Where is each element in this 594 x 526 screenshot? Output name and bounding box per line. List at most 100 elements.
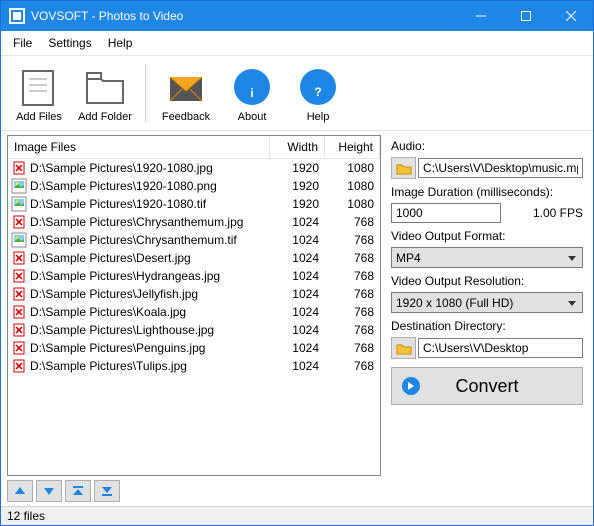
file-type-icon bbox=[11, 250, 27, 266]
list-row[interactable]: D:\Sample Pictures\Chrysanthemum.tif1024… bbox=[8, 231, 380, 249]
help-button[interactable]: ? Help bbox=[286, 60, 350, 126]
dest-browse-button[interactable] bbox=[391, 337, 416, 359]
about-icon: i bbox=[228, 65, 276, 109]
menu-file[interactable]: File bbox=[5, 33, 40, 53]
file-height: 1080 bbox=[325, 161, 380, 175]
duration-input[interactable] bbox=[391, 203, 501, 223]
file-height: 768 bbox=[325, 305, 380, 319]
file-height: 1080 bbox=[325, 179, 380, 193]
file-width: 1024 bbox=[270, 323, 325, 337]
header-width[interactable]: Width bbox=[270, 136, 325, 158]
header-height[interactable]: Height bbox=[325, 136, 380, 158]
file-width: 1920 bbox=[270, 179, 325, 193]
svg-text:i: i bbox=[250, 86, 253, 100]
file-type-icon bbox=[11, 358, 27, 374]
file-list[interactable]: Image Files Width Height D:\Sample Pictu… bbox=[7, 135, 381, 476]
feedback-button[interactable]: Feedback bbox=[154, 60, 218, 126]
file-name: D:\Sample Pictures\1920-1080.png bbox=[30, 179, 270, 193]
file-name: D:\Sample Pictures\1920-1080.jpg bbox=[30, 161, 270, 175]
window-title: VOVSOFT - Photos to Video bbox=[31, 9, 458, 23]
fps-label: 1.00 FPS bbox=[533, 206, 583, 220]
dest-input[interactable] bbox=[418, 338, 583, 358]
list-row[interactable]: D:\Sample Pictures\Chrysanthemum.jpg1024… bbox=[8, 213, 380, 231]
file-name: D:\Sample Pictures\Penguins.jpg bbox=[30, 341, 270, 355]
audio-input[interactable] bbox=[418, 158, 583, 178]
file-type-icon bbox=[11, 304, 27, 320]
file-name: D:\Sample Pictures\Desert.jpg bbox=[30, 251, 270, 265]
menu-help[interactable]: Help bbox=[100, 33, 141, 53]
add-folder-label: Add Folder bbox=[78, 111, 132, 123]
format-label: Video Output Format: bbox=[391, 229, 583, 243]
feedback-label: Feedback bbox=[162, 111, 210, 123]
list-row[interactable]: D:\Sample Pictures\Penguins.jpg1024768 bbox=[8, 339, 380, 357]
list-row[interactable]: D:\Sample Pictures\Lighthouse.jpg1024768 bbox=[8, 321, 380, 339]
list-row[interactable]: D:\Sample Pictures\1920-1080.jpg19201080 bbox=[8, 159, 380, 177]
resolution-label: Video Output Resolution: bbox=[391, 274, 583, 288]
file-name: D:\Sample Pictures\Koala.jpg bbox=[30, 305, 270, 319]
file-height: 768 bbox=[325, 233, 380, 247]
about-label: About bbox=[238, 111, 267, 123]
statusbar: 12 files bbox=[1, 506, 593, 525]
audio-browse-button[interactable] bbox=[391, 157, 416, 179]
file-type-icon bbox=[11, 214, 27, 230]
convert-button[interactable]: Convert bbox=[391, 367, 583, 405]
file-name: D:\Sample Pictures\1920-1080.tif bbox=[30, 197, 270, 211]
list-row[interactable]: D:\Sample Pictures\Koala.jpg1024768 bbox=[8, 303, 380, 321]
move-top-button[interactable] bbox=[65, 480, 91, 502]
about-button[interactable]: i About bbox=[220, 60, 284, 126]
list-header: Image Files Width Height bbox=[8, 136, 380, 159]
file-type-icon bbox=[11, 340, 27, 356]
file-height: 768 bbox=[325, 215, 380, 229]
file-height: 768 bbox=[325, 323, 380, 337]
file-type-icon bbox=[11, 178, 27, 194]
format-dropdown[interactable]: MP4 bbox=[391, 247, 583, 268]
menubar: File Settings Help bbox=[1, 31, 593, 56]
file-height: 768 bbox=[325, 269, 380, 283]
list-row[interactable]: D:\Sample Pictures\Jellyfish.jpg1024768 bbox=[8, 285, 380, 303]
nav-buttons bbox=[7, 476, 381, 506]
file-width: 1024 bbox=[270, 233, 325, 247]
list-row[interactable]: D:\Sample Pictures\Hydrangeas.jpg1024768 bbox=[8, 267, 380, 285]
list-row[interactable]: D:\Sample Pictures\1920-1080.png19201080 bbox=[8, 177, 380, 195]
minimize-button[interactable] bbox=[458, 1, 503, 31]
file-height: 768 bbox=[325, 341, 380, 355]
list-row[interactable]: D:\Sample Pictures\1920-1080.tif19201080 bbox=[8, 195, 380, 213]
close-button[interactable] bbox=[548, 1, 593, 31]
file-height: 768 bbox=[325, 251, 380, 265]
list-row[interactable]: D:\Sample Pictures\Desert.jpg1024768 bbox=[8, 249, 380, 267]
file-type-icon bbox=[11, 232, 27, 248]
help-icon: ? bbox=[294, 65, 342, 109]
file-width: 1024 bbox=[270, 359, 325, 373]
file-width: 1024 bbox=[270, 215, 325, 229]
add-folder-button[interactable]: Add Folder bbox=[73, 60, 137, 126]
toolbar: Add Files Add Folder Feedback i About ? … bbox=[1, 56, 593, 131]
file-width: 1920 bbox=[270, 197, 325, 211]
resolution-value: 1920 x 1080 (Full HD) bbox=[396, 296, 513, 310]
file-width: 1024 bbox=[270, 341, 325, 355]
dest-label: Destination Directory: bbox=[391, 319, 583, 333]
help-label: Help bbox=[307, 111, 330, 123]
add-files-icon bbox=[15, 65, 63, 109]
header-name[interactable]: Image Files bbox=[8, 136, 270, 158]
list-row[interactable]: D:\Sample Pictures\Tulips.jpg1024768 bbox=[8, 357, 380, 375]
file-type-icon bbox=[11, 286, 27, 302]
settings-panel: Audio: Image Duration (milliseconds): 1.… bbox=[385, 131, 593, 506]
file-width: 1920 bbox=[270, 161, 325, 175]
feedback-icon bbox=[162, 65, 210, 109]
convert-label: Convert bbox=[455, 376, 518, 397]
maximize-button[interactable] bbox=[503, 1, 548, 31]
file-width: 1024 bbox=[270, 305, 325, 319]
file-name: D:\Sample Pictures\Jellyfish.jpg bbox=[30, 287, 270, 301]
file-type-icon bbox=[11, 322, 27, 338]
file-height: 768 bbox=[325, 359, 380, 373]
move-down-button[interactable] bbox=[36, 480, 62, 502]
menu-settings[interactable]: Settings bbox=[40, 33, 99, 53]
move-bottom-button[interactable] bbox=[94, 480, 120, 502]
add-files-button[interactable]: Add Files bbox=[7, 60, 71, 126]
app-icon bbox=[9, 8, 25, 24]
resolution-dropdown[interactable]: 1920 x 1080 (Full HD) bbox=[391, 292, 583, 313]
file-name: D:\Sample Pictures\Hydrangeas.jpg bbox=[30, 269, 270, 283]
file-height: 1080 bbox=[325, 197, 380, 211]
move-up-button[interactable] bbox=[7, 480, 33, 502]
file-type-icon bbox=[11, 196, 27, 212]
